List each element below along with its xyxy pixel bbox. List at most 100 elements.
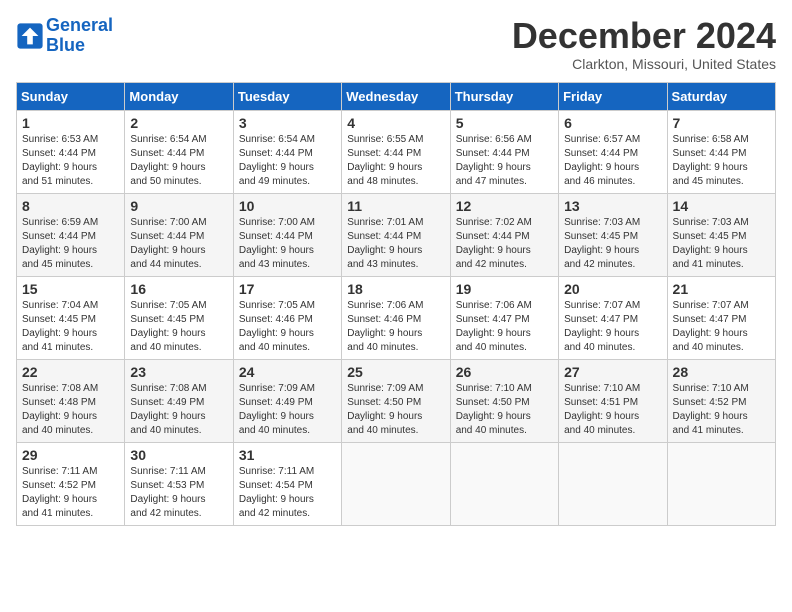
day-info: Sunrise: 7:10 AM Sunset: 4:51 PM Dayligh…	[564, 382, 661, 438]
week-row-3: 15 Sunrise: 7:04 AM Sunset: 4:45 PM Dayli…	[17, 276, 776, 359]
day-info: Sunrise: 7:09 AM Sunset: 4:49 PM Dayligh…	[239, 382, 336, 438]
day-number: 20	[564, 281, 661, 297]
day-cell: 9Sunrise: 7:00 AM Sunset: 4:44 PM Daylig…	[125, 193, 233, 276]
day-number: 9	[130, 198, 227, 214]
day-cell: 21 Sunrise: 7:07 AM Sunset: 4:47 PM Dayli…	[667, 276, 775, 359]
day-info: Sunrise: 7:10 AM Sunset: 4:50 PM Dayligh…	[456, 382, 553, 438]
day-info: Sunrise: 7:08 AM Sunset: 4:49 PM Dayligh…	[130, 382, 227, 438]
day-number: 1	[22, 115, 119, 131]
day-info: Sunrise: 6:56 AM Sunset: 4:44 PM Dayligh…	[456, 133, 553, 189]
day-number: 6	[564, 115, 661, 131]
day-cell: 23 Sunrise: 7:08 AM Sunset: 4:49 PM Dayli…	[125, 359, 233, 442]
logo-line1: General	[46, 15, 113, 35]
day-cell: 1 Sunrise: 6:53 AM Sunset: 4:44 PM Daylig…	[17, 110, 125, 193]
day-number: 19	[456, 281, 553, 297]
day-info: Sunrise: 7:02 AM Sunset: 4:44 PM Dayligh…	[456, 216, 553, 272]
day-cell: 18 Sunrise: 7:06 AM Sunset: 4:46 PM Dayli…	[342, 276, 450, 359]
calendar-table: SundayMondayTuesdayWednesdayThursdayFrid…	[16, 82, 776, 526]
day-info: Sunrise: 7:07 AM Sunset: 4:47 PM Dayligh…	[564, 299, 661, 355]
col-header-wednesday: Wednesday	[342, 82, 450, 110]
day-number: 18	[347, 281, 444, 297]
day-info: Sunrise: 7:01 AM Sunset: 4:44 PM Dayligh…	[347, 216, 444, 272]
day-number: 22	[22, 364, 119, 380]
col-header-saturday: Saturday	[667, 82, 775, 110]
day-info: Sunrise: 7:05 AM Sunset: 4:46 PM Dayligh…	[239, 299, 336, 355]
day-number: 12	[456, 198, 553, 214]
day-number: 27	[564, 364, 661, 380]
day-cell	[450, 442, 558, 525]
day-cell: 3 Sunrise: 6:54 AM Sunset: 4:44 PM Daylig…	[233, 110, 341, 193]
day-cell: 22 Sunrise: 7:08 AM Sunset: 4:48 PM Dayli…	[17, 359, 125, 442]
day-number: 15	[22, 281, 119, 297]
day-cell: 8Sunrise: 6:59 AM Sunset: 4:44 PM Daylig…	[17, 193, 125, 276]
day-cell	[559, 442, 667, 525]
day-cell: 11Sunrise: 7:01 AM Sunset: 4:44 PM Dayli…	[342, 193, 450, 276]
day-info: Sunrise: 7:11 AM Sunset: 4:52 PM Dayligh…	[22, 465, 119, 521]
day-cell: 26Sunrise: 7:10 AM Sunset: 4:50 PM Dayli…	[450, 359, 558, 442]
day-number: 7	[673, 115, 770, 131]
week-row-2: 8Sunrise: 6:59 AM Sunset: 4:44 PM Daylig…	[17, 193, 776, 276]
day-info: Sunrise: 7:00 AM Sunset: 4:44 PM Dayligh…	[239, 216, 336, 272]
month-title: December 2024	[512, 16, 776, 56]
col-header-thursday: Thursday	[450, 82, 558, 110]
day-info: Sunrise: 7:05 AM Sunset: 4:45 PM Dayligh…	[130, 299, 227, 355]
day-info: Sunrise: 6:53 AM Sunset: 4:44 PM Dayligh…	[22, 133, 119, 189]
day-number: 23	[130, 364, 227, 380]
day-cell: 24 Sunrise: 7:09 AM Sunset: 4:49 PM Dayli…	[233, 359, 341, 442]
day-cell: 6Sunrise: 6:57 AM Sunset: 4:44 PM Daylig…	[559, 110, 667, 193]
logo: General Blue	[16, 16, 113, 56]
day-info: Sunrise: 7:08 AM Sunset: 4:48 PM Dayligh…	[22, 382, 119, 438]
week-row-4: 22 Sunrise: 7:08 AM Sunset: 4:48 PM Dayli…	[17, 359, 776, 442]
logo-line2: Blue	[46, 36, 113, 56]
day-number: 3	[239, 115, 336, 131]
day-cell: 13Sunrise: 7:03 AM Sunset: 4:45 PM Dayli…	[559, 193, 667, 276]
day-info: Sunrise: 6:54 AM Sunset: 4:44 PM Dayligh…	[130, 133, 227, 189]
day-info: Sunrise: 7:06 AM Sunset: 4:47 PM Dayligh…	[456, 299, 553, 355]
day-number: 2	[130, 115, 227, 131]
day-number: 8	[22, 198, 119, 214]
day-number: 16	[130, 281, 227, 297]
day-info: Sunrise: 7:10 AM Sunset: 4:52 PM Dayligh…	[673, 382, 770, 438]
day-cell: 12 Sunrise: 7:02 AM Sunset: 4:44 PM Dayli…	[450, 193, 558, 276]
day-cell: 20 Sunrise: 7:07 AM Sunset: 4:47 PM Dayli…	[559, 276, 667, 359]
day-cell: 31Sunrise: 7:11 AM Sunset: 4:54 PM Dayli…	[233, 442, 341, 525]
week-row-5: 29 Sunrise: 7:11 AM Sunset: 4:52 PM Dayli…	[17, 442, 776, 525]
day-info: Sunrise: 7:04 AM Sunset: 4:45 PM Dayligh…	[22, 299, 119, 355]
logo-text: General Blue	[46, 16, 113, 56]
day-cell: 4 Sunrise: 6:55 AM Sunset: 4:44 PM Daylig…	[342, 110, 450, 193]
day-cell: 25 Sunrise: 7:09 AM Sunset: 4:50 PM Dayli…	[342, 359, 450, 442]
day-cell: 15 Sunrise: 7:04 AM Sunset: 4:45 PM Dayli…	[17, 276, 125, 359]
day-info: Sunrise: 6:58 AM Sunset: 4:44 PM Dayligh…	[673, 133, 770, 189]
day-number: 4	[347, 115, 444, 131]
day-info: Sunrise: 7:09 AM Sunset: 4:50 PM Dayligh…	[347, 382, 444, 438]
day-number: 13	[564, 198, 661, 214]
day-number: 24	[239, 364, 336, 380]
day-number: 10	[239, 198, 336, 214]
day-number: 28	[673, 364, 770, 380]
day-number: 30	[130, 447, 227, 463]
day-info: Sunrise: 6:55 AM Sunset: 4:44 PM Dayligh…	[347, 133, 444, 189]
week-row-1: 1 Sunrise: 6:53 AM Sunset: 4:44 PM Daylig…	[17, 110, 776, 193]
day-cell: 5 Sunrise: 6:56 AM Sunset: 4:44 PM Daylig…	[450, 110, 558, 193]
header-row: SundayMondayTuesdayWednesdayThursdayFrid…	[17, 82, 776, 110]
day-cell: 7 Sunrise: 6:58 AM Sunset: 4:44 PM Daylig…	[667, 110, 775, 193]
day-cell	[667, 442, 775, 525]
day-info: Sunrise: 7:07 AM Sunset: 4:47 PM Dayligh…	[673, 299, 770, 355]
day-cell: 27 Sunrise: 7:10 AM Sunset: 4:51 PM Dayli…	[559, 359, 667, 442]
col-header-tuesday: Tuesday	[233, 82, 341, 110]
header: General Blue December 2024 Clarkton, Mis…	[16, 16, 776, 72]
day-cell: 17Sunrise: 7:05 AM Sunset: 4:46 PM Dayli…	[233, 276, 341, 359]
day-number: 5	[456, 115, 553, 131]
day-cell: 28 Sunrise: 7:10 AM Sunset: 4:52 PM Dayli…	[667, 359, 775, 442]
day-info: Sunrise: 7:06 AM Sunset: 4:46 PM Dayligh…	[347, 299, 444, 355]
day-info: Sunrise: 6:54 AM Sunset: 4:44 PM Dayligh…	[239, 133, 336, 189]
day-cell	[342, 442, 450, 525]
day-info: Sunrise: 7:11 AM Sunset: 4:53 PM Dayligh…	[130, 465, 227, 521]
day-number: 29	[22, 447, 119, 463]
day-cell: 14Sunrise: 7:03 AM Sunset: 4:45 PM Dayli…	[667, 193, 775, 276]
day-number: 25	[347, 364, 444, 380]
col-header-friday: Friday	[559, 82, 667, 110]
day-number: 21	[673, 281, 770, 297]
col-header-monday: Monday	[125, 82, 233, 110]
day-cell: 16 Sunrise: 7:05 AM Sunset: 4:45 PM Dayli…	[125, 276, 233, 359]
